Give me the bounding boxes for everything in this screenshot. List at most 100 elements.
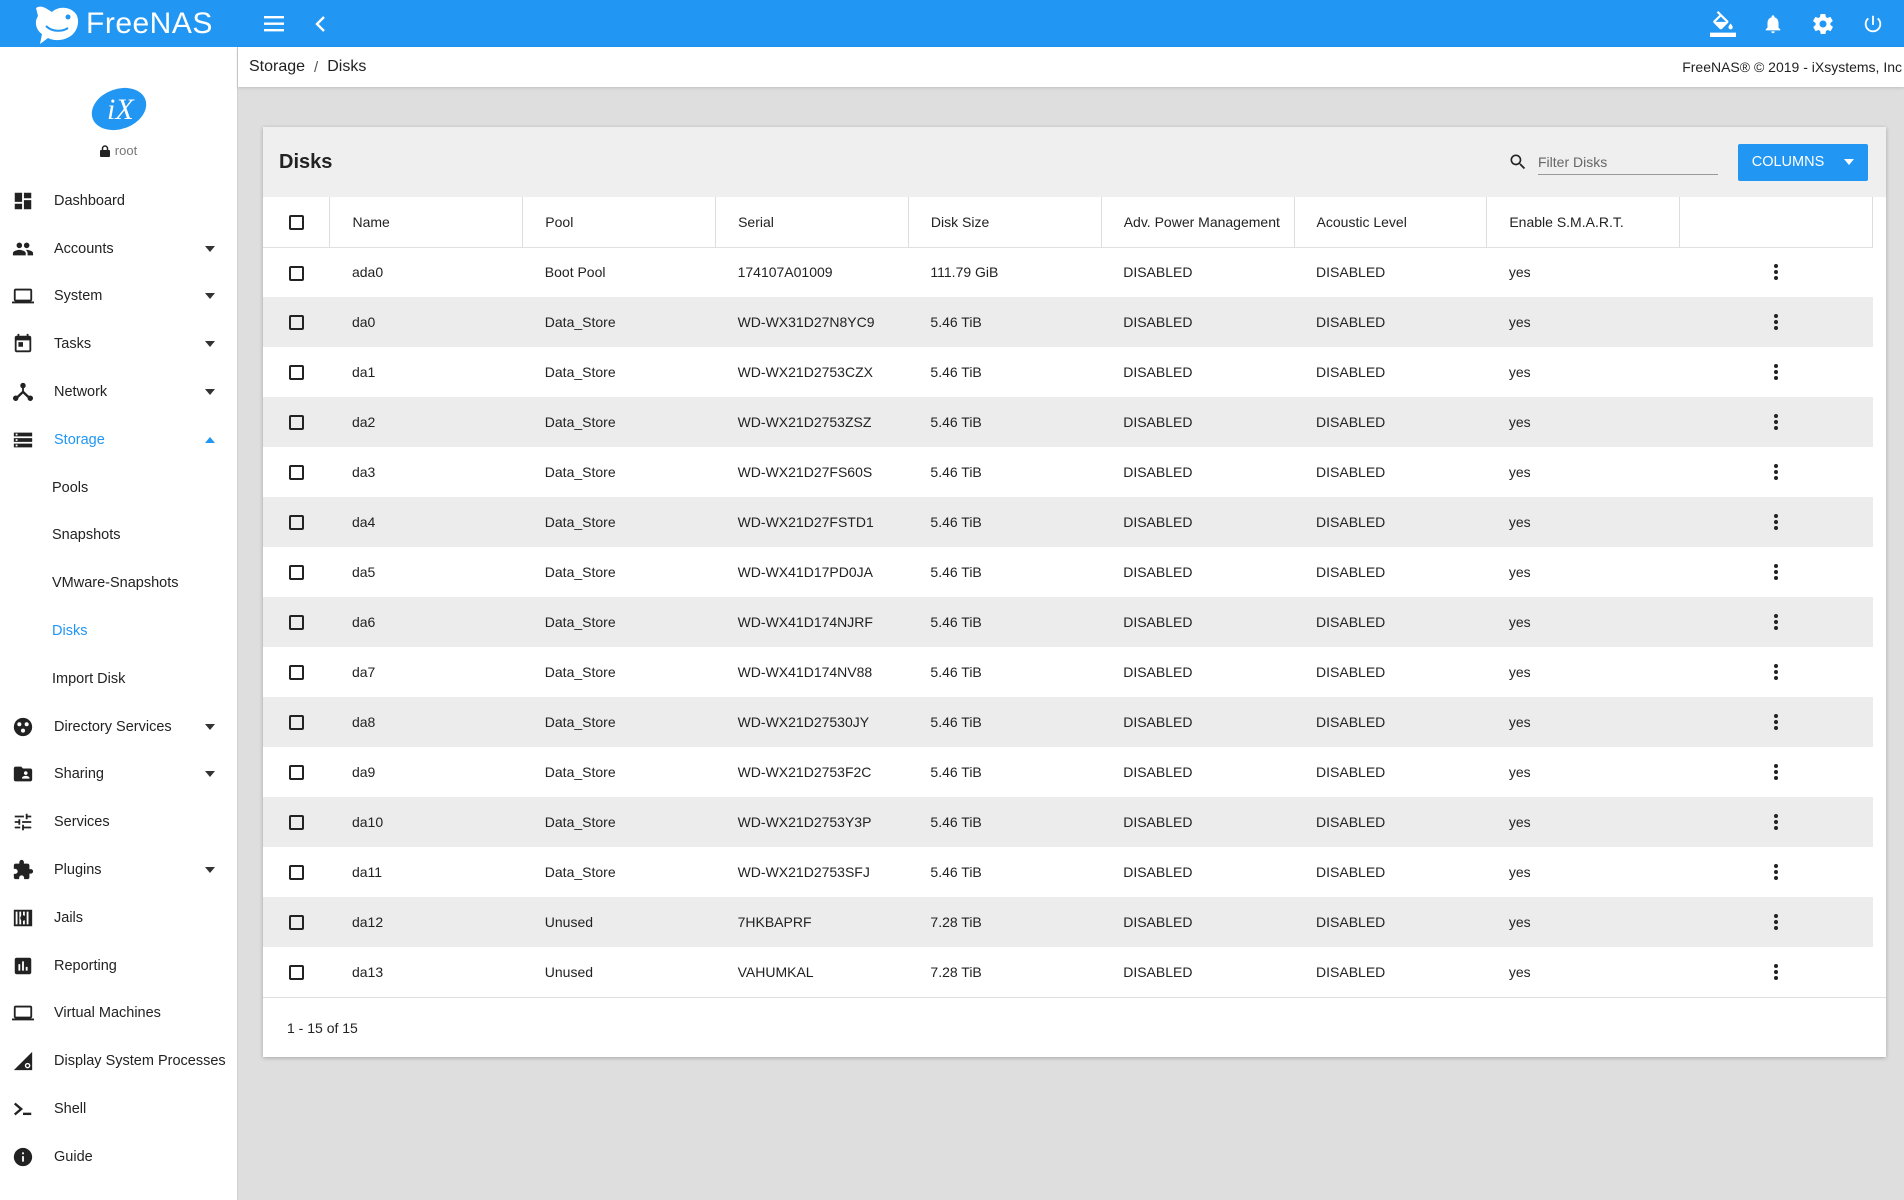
caret-down-icon <box>205 723 215 730</box>
sidebar-subitem-pools[interactable]: Pools <box>0 464 237 512</box>
cell-name: da8 <box>351 714 376 730</box>
cell-acoustic-level: DISABLED <box>1316 864 1386 880</box>
sidebar-subitem-vmware-snapshots[interactable]: VMware-Snapshots <box>0 559 237 607</box>
row-checkbox[interactable] <box>288 715 304 731</box>
paint-bucket-icon[interactable] <box>1710 10 1736 37</box>
cell-name: ada0 <box>351 264 384 281</box>
row-checkbox[interactable] <box>288 765 304 781</box>
cell-smart: yes <box>1508 714 1531 730</box>
cell-serial: WD-WX21D27FS60S <box>737 464 873 480</box>
sidebar-item-jails[interactable]: Jails <box>0 894 237 942</box>
select-all-checkbox[interactable] <box>288 215 304 231</box>
chevron-left-icon[interactable] <box>308 11 334 37</box>
cell-name: da1 <box>351 364 376 380</box>
more-vert-icon[interactable] <box>1680 763 1873 781</box>
more-vert-icon[interactable] <box>1680 863 1873 881</box>
dashboard-icon <box>12 190 34 212</box>
column-header-acoustic-level[interactable]: Acoustic Level <box>1294 197 1488 248</box>
cell-pool: Data_Store <box>544 714 616 730</box>
more-vert-icon[interactable] <box>1680 713 1873 731</box>
cell-smart: yes <box>1508 414 1531 430</box>
cell-acoustic-level: DISABLED <box>1316 564 1386 580</box>
sidebar-item-virtual-machines[interactable]: Virtual Machines <box>0 990 237 1038</box>
breadcrumb-storage[interactable]: Storage <box>249 58 305 76</box>
sidebar-subitem-snapshots[interactable]: Snapshots <box>0 512 237 560</box>
more-vert-icon[interactable] <box>1680 313 1873 331</box>
more-vert-icon[interactable] <box>1680 613 1873 631</box>
cell-power-management: DISABLED <box>1123 464 1193 480</box>
info-icon <box>12 1146 34 1168</box>
more-vert-icon[interactable] <box>1680 463 1873 481</box>
cell-acoustic-level: DISABLED <box>1316 364 1386 380</box>
row-checkbox[interactable] <box>288 515 304 531</box>
row-checkbox[interactable] <box>288 265 304 281</box>
cell-power-management: DISABLED <box>1123 564 1193 580</box>
row-checkbox[interactable] <box>288 315 304 331</box>
svg-text:iX: iX <box>107 93 135 126</box>
filter-input[interactable] <box>1538 153 1718 170</box>
cell-power-management: DISABLED <box>1123 414 1193 430</box>
more-vert-icon[interactable] <box>1680 413 1873 431</box>
sidebar-item-directory-services[interactable]: Directory Services <box>0 703 237 751</box>
row-checkbox[interactable] <box>288 665 304 681</box>
sidebar-item-display-system-processes[interactable]: Display System Processes <box>0 1037 237 1085</box>
menu-icon[interactable] <box>262 11 288 37</box>
bell-icon[interactable] <box>1760 11 1786 37</box>
column-header-serial[interactable]: Serial <box>715 197 909 248</box>
column-header-name[interactable]: Name <box>329 197 524 248</box>
column-header-disk-size[interactable]: Disk Size <box>908 197 1102 248</box>
row-checkbox[interactable] <box>288 565 304 581</box>
row-checkbox[interactable] <box>288 865 304 881</box>
sidebar-item-dashboard[interactable]: Dashboard <box>0 177 237 225</box>
row-checkbox[interactable] <box>288 365 304 381</box>
more-vert-icon[interactable] <box>1680 263 1873 281</box>
row-checkbox[interactable] <box>288 465 304 481</box>
cell-disk-size: 5.46 TiB <box>930 514 982 530</box>
more-vert-icon[interactable] <box>1680 563 1873 581</box>
cell-acoustic-level: DISABLED <box>1316 664 1386 680</box>
sidebar-item-services[interactable]: Services <box>0 798 237 846</box>
more-vert-icon[interactable] <box>1680 363 1873 381</box>
row-checkbox[interactable] <box>288 965 304 981</box>
column-header-power-management[interactable]: Adv. Power Management <box>1101 197 1295 248</box>
puzzle-icon <box>12 859 34 881</box>
calendar-icon <box>12 333 34 355</box>
columns-button-label: COLUMNS <box>1751 154 1825 170</box>
row-select-cell <box>263 497 330 547</box>
power-icon[interactable] <box>1860 11 1886 37</box>
sidebar-subitem-disks[interactable]: Disks <box>0 607 237 655</box>
more-vert-icon[interactable] <box>1680 913 1873 931</box>
row-actions-cell <box>1680 747 1873 797</box>
sidebar-item-shell[interactable]: Shell <box>0 1085 237 1133</box>
brand[interactable]: FreeNAS <box>0 0 240 47</box>
more-vert-icon[interactable] <box>1680 513 1873 531</box>
cell-serial: WD-WX21D2753SFJ <box>737 864 870 880</box>
row-checkbox[interactable] <box>288 615 304 631</box>
row-checkbox[interactable] <box>288 415 304 431</box>
cell-disk-size: 5.46 TiB <box>930 414 982 430</box>
column-header-pool[interactable]: Pool <box>522 197 717 248</box>
gear-icon[interactable] <box>1810 11 1836 37</box>
more-vert-icon[interactable] <box>1680 963 1873 981</box>
cell-disk-size: 7.28 TiB <box>930 964 982 980</box>
sidebar-item-sharing[interactable]: Sharing <box>0 751 237 799</box>
cell-disk-size: 111.79 GiB <box>930 264 999 281</box>
sidebar-item-guide[interactable]: Guide <box>0 1133 237 1181</box>
sidebar-item-system[interactable]: System <box>0 273 237 321</box>
column-header-smart[interactable]: Enable S.M.A.R.T. <box>1486 197 1681 248</box>
sidebar-item-reporting[interactable]: Reporting <box>0 942 237 990</box>
row-checkbox[interactable] <box>288 915 304 931</box>
pagination-range: 1 - 15 of 15 <box>287 1019 358 1036</box>
columns-button[interactable]: COLUMNS <box>1738 143 1868 181</box>
sidebar-item-storage[interactable]: Storage <box>0 416 237 464</box>
cell-pool: Data_Store <box>544 514 616 530</box>
cell-pool: Unused <box>544 964 594 980</box>
sidebar-item-tasks[interactable]: Tasks <box>0 320 237 368</box>
more-vert-icon[interactable] <box>1680 663 1873 681</box>
sidebar-subitem-import-disk[interactable]: Import Disk <box>0 655 237 703</box>
row-checkbox[interactable] <box>288 815 304 831</box>
more-vert-icon[interactable] <box>1680 813 1873 831</box>
sidebar-item-accounts[interactable]: Accounts <box>0 225 237 273</box>
sidebar-item-network[interactable]: Network <box>0 368 237 416</box>
sidebar-item-plugins[interactable]: Plugins <box>0 846 237 894</box>
